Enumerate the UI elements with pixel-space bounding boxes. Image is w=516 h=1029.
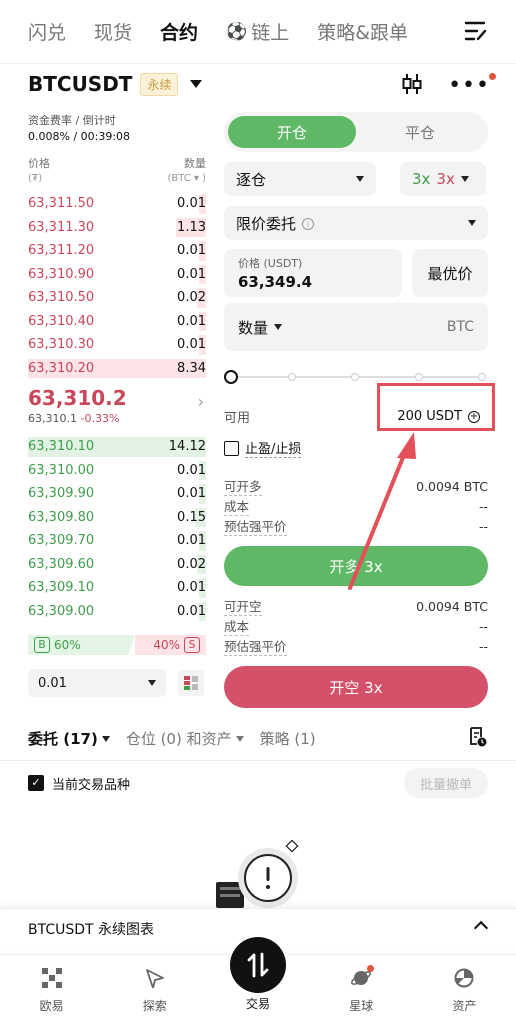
- nav-assets[interactable]: 资产: [413, 955, 516, 1029]
- tab-positions[interactable]: 仓位 (0) 和资产: [126, 728, 244, 749]
- batch-cancel-button[interactable]: 批量撤单: [404, 768, 488, 798]
- tab-strategy[interactable]: 策略 (1): [260, 728, 316, 749]
- tab-orders[interactable]: 委托 (17): [28, 728, 110, 749]
- planet-icon: [350, 965, 375, 989]
- nav-planet[interactable]: 星球: [310, 955, 413, 1029]
- tab-label: 策略 (1): [259, 730, 316, 748]
- chevron-down-icon: [101, 735, 110, 742]
- pie-chart-icon: [453, 967, 475, 989]
- nav-okx[interactable]: 欧易: [0, 955, 103, 1029]
- tab-label: 委托 (17): [28, 730, 98, 748]
- nav-explore[interactable]: 探索: [103, 955, 206, 1029]
- chart-drawer-title: BTCUSDT 永续图表: [28, 921, 155, 938]
- trade-swap-icon: [230, 937, 286, 993]
- empty-state-icon: [216, 840, 299, 908]
- tab-label: 仓位 (0) 和资产: [125, 730, 232, 748]
- nav-label: 欧易: [39, 999, 64, 1013]
- filter-row: ✓ 当前交易品种 批量撤单: [28, 768, 488, 798]
- current-symbol-label: 当前交易品种: [52, 777, 131, 793]
- chevron-up-icon[interactable]: [473, 920, 489, 936]
- current-symbol-checkbox[interactable]: ✓: [28, 775, 44, 791]
- nav-trade[interactable]: 交易: [206, 937, 309, 1029]
- divider: [0, 760, 516, 761]
- nav-label: 探索: [142, 999, 167, 1013]
- okx-logo-icon: [41, 967, 63, 989]
- nav-label: 星球: [349, 999, 374, 1013]
- compass-icon: [144, 967, 166, 989]
- chevron-down-icon: [235, 735, 244, 742]
- order-history-icon[interactable]: [468, 726, 488, 752]
- orders-tabs: 委托 (17) 仓位 (0) 和资产 策略 (1): [28, 726, 488, 752]
- nav-label: 资产: [452, 999, 477, 1013]
- nav-label: 交易: [246, 997, 271, 1011]
- notification-dot: [367, 965, 375, 972]
- bottom-nav: 欧易 探索 交易 星球 资产: [0, 937, 516, 1029]
